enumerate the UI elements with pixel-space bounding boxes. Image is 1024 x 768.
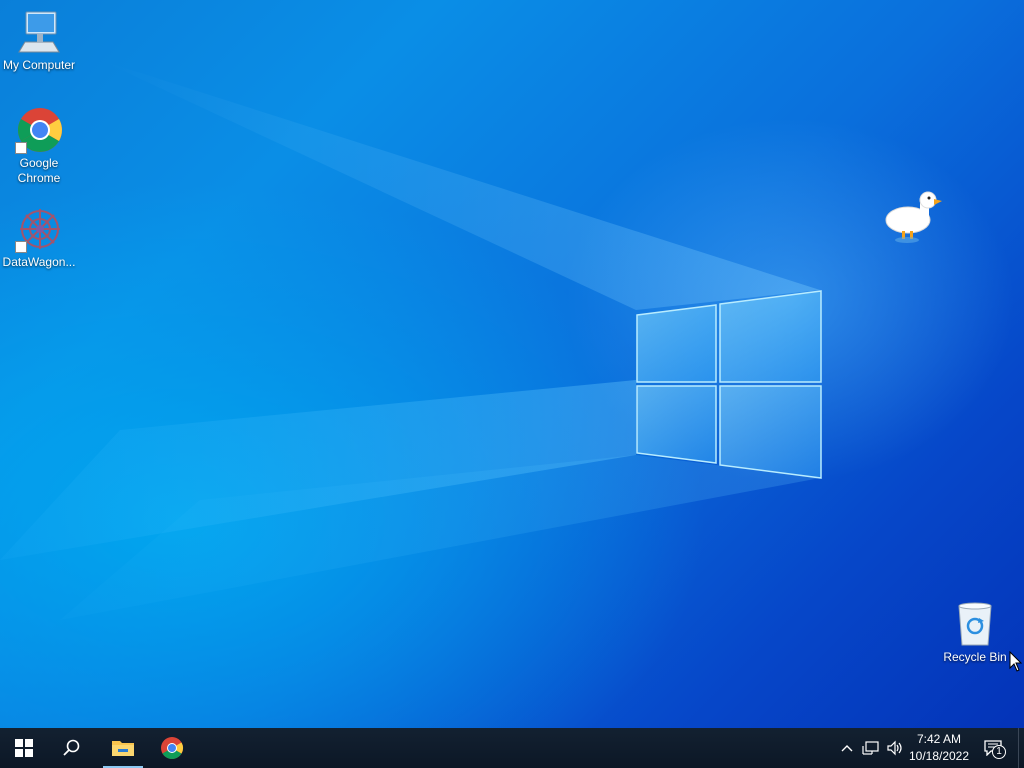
clock-time: 7:42 AM <box>916 732 962 746</box>
shortcut-arrow-icon <box>15 142 27 154</box>
wallpaper-light-beams <box>0 60 820 620</box>
volume-button[interactable] <box>884 728 906 768</box>
desktop-icon-datawagon[interactable]: DataWagon... <box>0 205 78 270</box>
search-button[interactable] <box>48 728 96 768</box>
start-button[interactable] <box>0 728 48 768</box>
windows-start-icon <box>15 739 33 757</box>
show-desktop-button[interactable] <box>1018 728 1024 768</box>
clock[interactable]: 7:42 AM 10/18/2022 <box>904 731 974 765</box>
desktop-icon-label: Recycle Bin <box>943 650 1007 664</box>
goose-icon[interactable] <box>882 188 944 248</box>
desktop-icon-label: My Computer <box>2 58 76 72</box>
chrome-icon <box>161 737 183 759</box>
network-icon <box>862 741 879 755</box>
taskbar: 7:42 AM 10/18/2022 <box>0 728 1024 768</box>
show-hidden-icons-button[interactable] <box>838 728 856 768</box>
windows-logo-wallpaper <box>630 285 830 485</box>
recycle-bin-icon <box>951 600 999 648</box>
shortcut-arrow-icon <box>15 241 27 253</box>
desktop-icon-google-chrome[interactable]: Google Chrome <box>0 106 78 186</box>
computer-icon <box>15 8 63 56</box>
mouse-cursor-icon <box>1009 651 1023 672</box>
search-icon <box>63 739 80 756</box>
chrome-icon <box>15 106 63 154</box>
datawagon-icon <box>15 205 63 253</box>
desktop-wallpaper: My Computer Google Chrome DataWagon... R… <box>0 0 1024 728</box>
taskbar-chrome[interactable] <box>148 728 196 768</box>
notification-count-badge: 1 <box>992 745 1006 759</box>
network-button[interactable] <box>860 728 882 768</box>
taskbar-file-explorer[interactable] <box>99 728 147 768</box>
volume-icon <box>887 740 902 756</box>
desktop-icon-recycle-bin[interactable]: Recycle Bin <box>936 600 1014 665</box>
desktop-icon-my-computer[interactable]: My Computer <box>0 8 78 73</box>
desktop-icon-label: Google Chrome <box>17 156 61 185</box>
folder-icon <box>112 741 134 756</box>
clock-date: 10/18/2022 <box>908 749 970 763</box>
desktop-icon-label: DataWagon... <box>2 255 76 269</box>
chevron-up-icon <box>841 745 853 752</box>
